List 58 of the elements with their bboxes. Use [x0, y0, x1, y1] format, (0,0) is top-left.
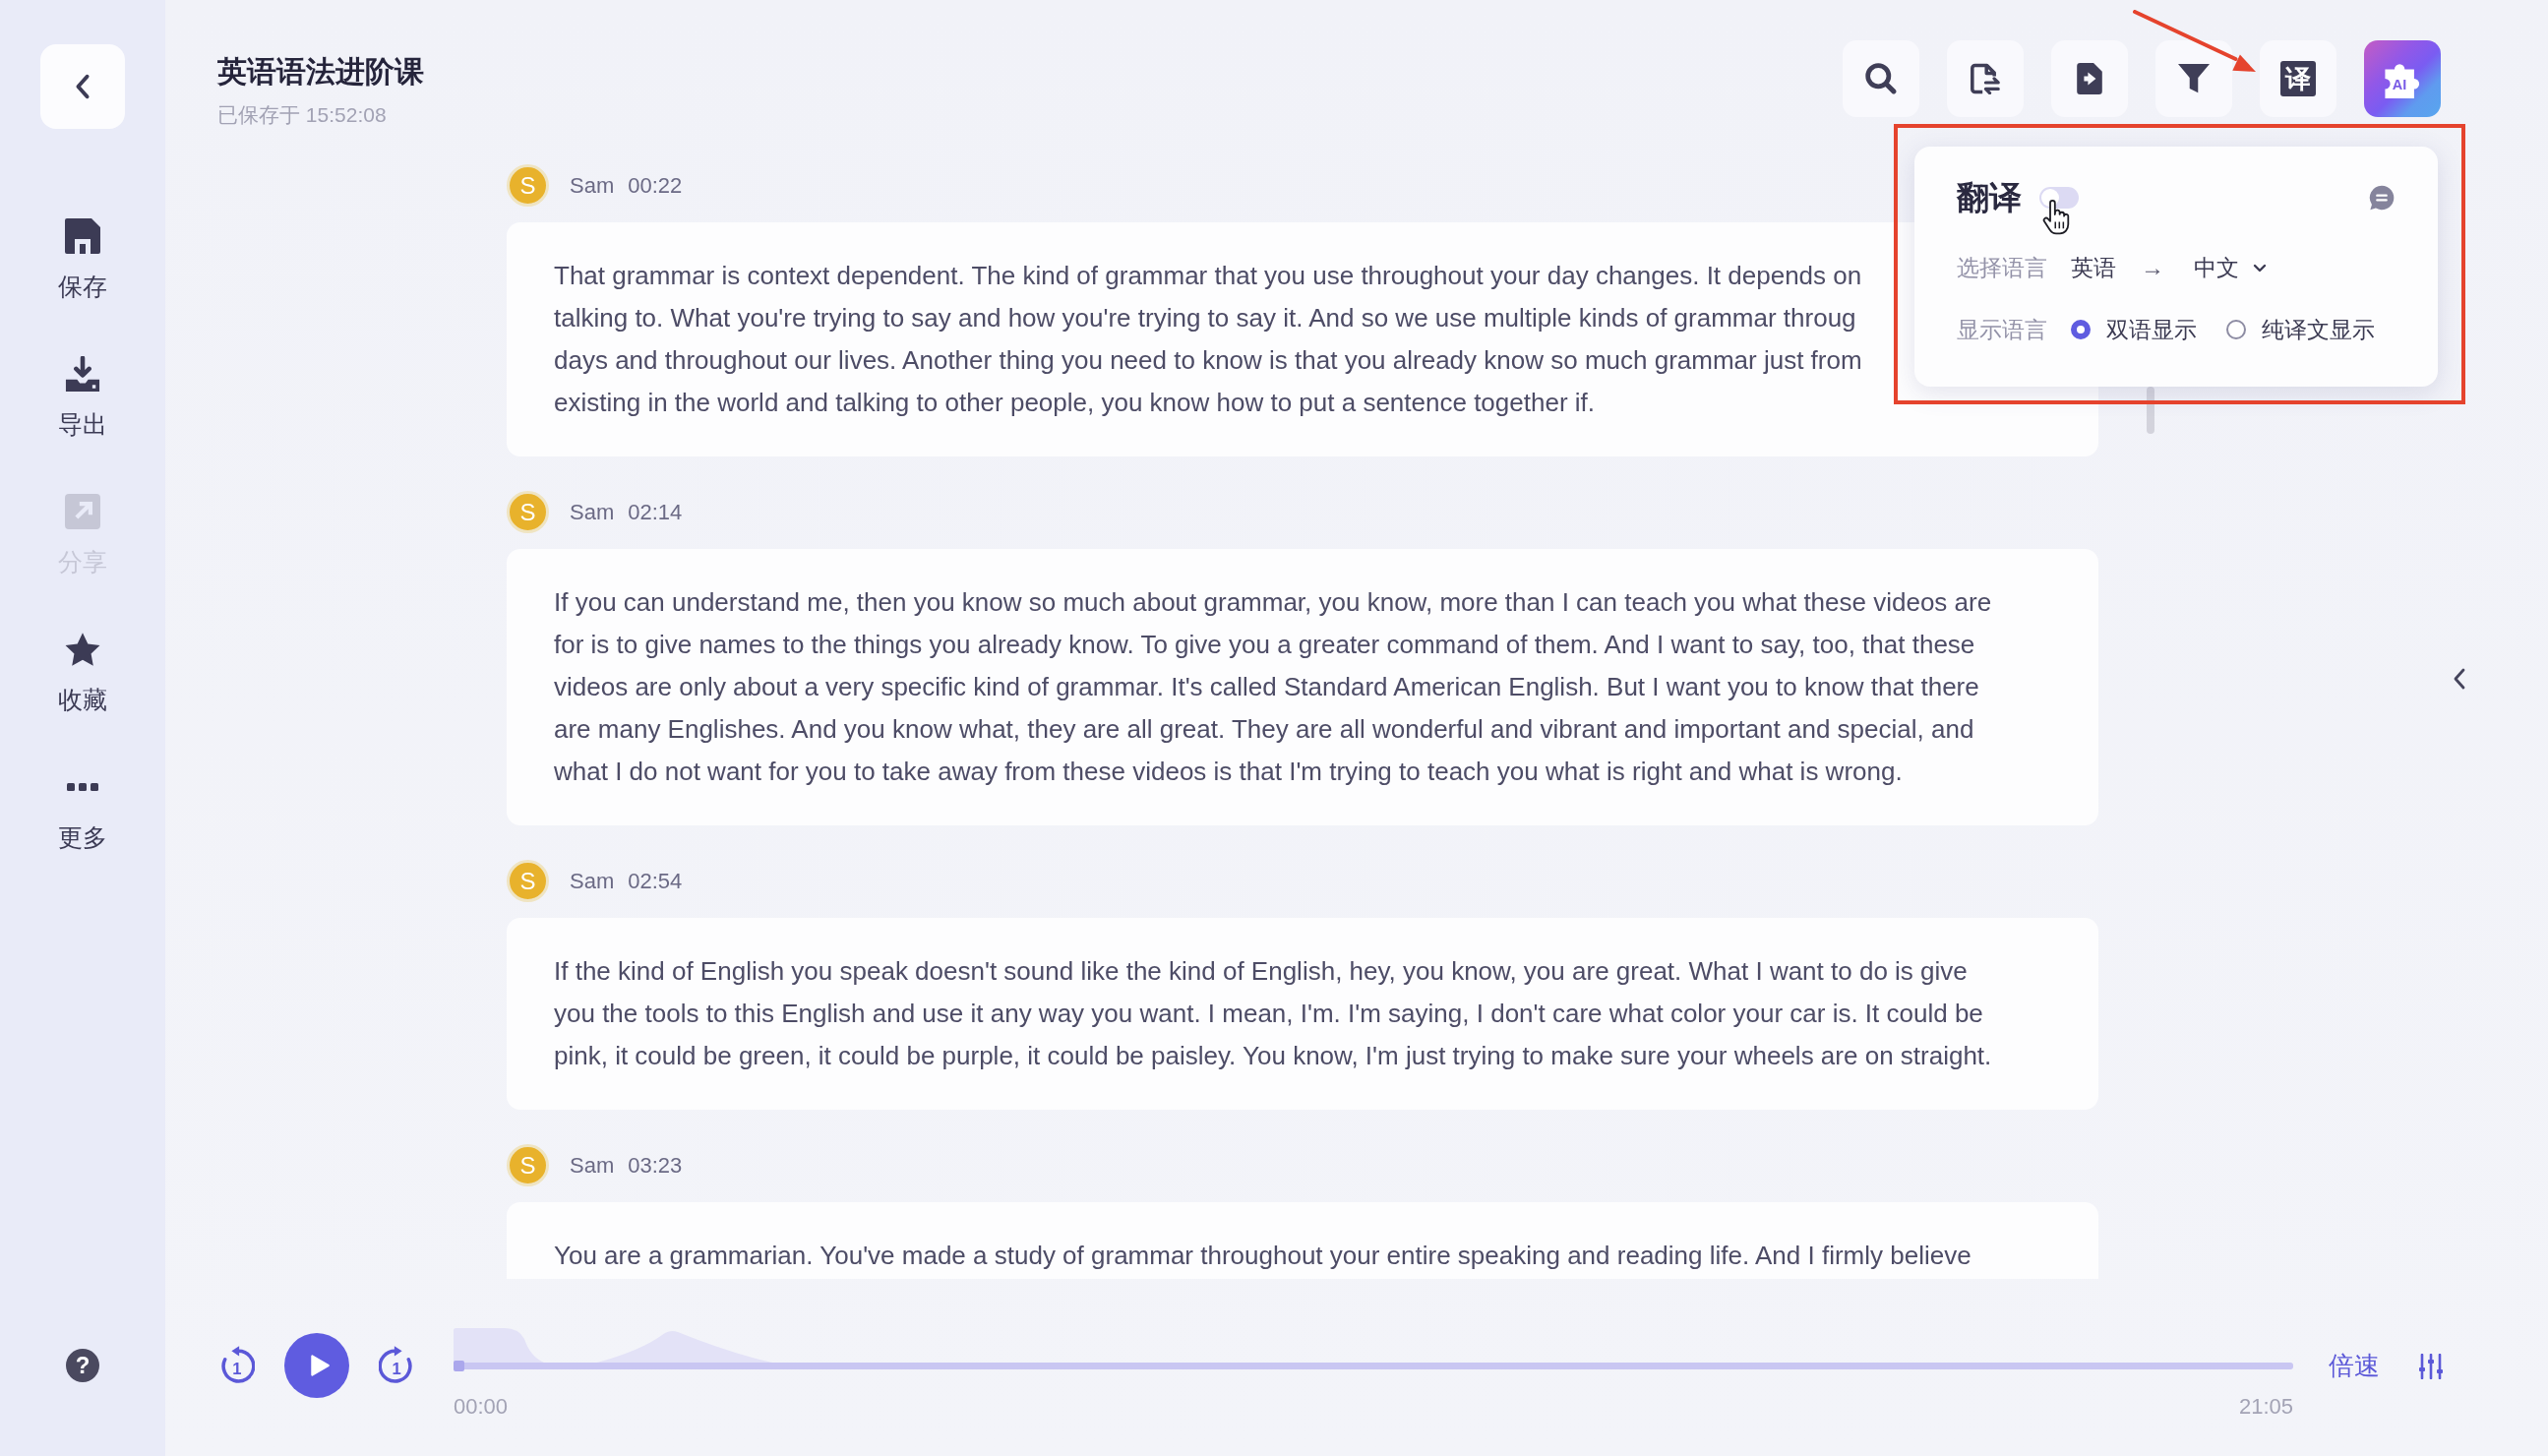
- popup-title: 翻译: [1957, 178, 2022, 217]
- speaker-name: Sam: [570, 868, 615, 894]
- speaker-avatar: S: [507, 164, 549, 207]
- seek-track[interactable]: [454, 1363, 2293, 1369]
- total-time: 21:05: [2238, 1394, 2293, 1420]
- chat-bubble-icon[interactable]: [2368, 184, 2396, 212]
- download-icon: [65, 356, 100, 392]
- filter-icon: [2178, 63, 2210, 94]
- ellipsis-icon: [67, 783, 98, 791]
- speaker-name: Sam: [570, 1152, 615, 1179]
- sidebar-button[interactable]: 保存: [58, 218, 107, 301]
- timestamp: 00:22: [628, 172, 683, 199]
- sidebar-button[interactable]: 导出: [58, 356, 107, 439]
- language-label: 选择语言: [1957, 253, 2048, 282]
- chevron-down-icon: [2253, 263, 2267, 273]
- chevron-left-icon[interactable]: [2453, 667, 2466, 691]
- speaker-avatar: S: [507, 860, 549, 902]
- sliders-icon[interactable]: [2418, 1354, 2444, 1379]
- search-icon: [1865, 63, 1897, 94]
- convert-button[interactable]: [1947, 40, 2024, 117]
- export-button[interactable]: [2051, 40, 2128, 117]
- chevron-left-icon: [75, 73, 91, 100]
- speaker-avatar: S: [507, 491, 549, 533]
- sidebar-button[interactable]: 更多: [58, 769, 107, 852]
- target-language-dropdown[interactable]: 中文: [2194, 252, 2267, 283]
- transcript-text: If you can understand me, then you know so much about grammar, you know, more than I can teach you what these videos are for is to give names to the things you already know. To give you a greater command of them. And I want to say, too, that these videos are only about a very specific kind of grammar. It's called Standard American English. But I want you to know that there are many Englishes. And you know what, they are all great. They are all wonderful and vibrant and important and special, and what I do not want for you to take away from these videos is that I'm trying to teach you what is right and what is wrong.: [554, 586, 1992, 788]
- play-icon: [308, 1354, 331, 1377]
- star-icon: [65, 632, 100, 667]
- display-label: 显示语言: [1957, 315, 2048, 344]
- filter-button[interactable]: [2155, 40, 2232, 117]
- speed-button[interactable]: 倍速: [2329, 1351, 2380, 1380]
- speaker-avatar: S: [507, 1144, 549, 1186]
- timestamp: 03:23: [628, 1152, 683, 1179]
- help-button[interactable]: ?: [66, 1349, 99, 1382]
- sidebar-button[interactable]: 收藏: [58, 632, 107, 714]
- radio-option[interactable]: 纯译文显示: [2226, 314, 2375, 345]
- document-swap-icon: [1970, 63, 2001, 94]
- speaker-name: Sam: [570, 172, 615, 199]
- translate-toggle[interactable]: [2039, 187, 2079, 209]
- transcript-text: That grammar is context dependent. The kind of grammar that you use throughout your day changes. It depends on talking to. What you're trying to say and how you're trying to say it. And so we use multiple kinds of grammar throug days and throughout our lives. Another thing you need to know is that you already know so much grammar just from existing in the world and talking to other people, you know how to put a sentence together if.: [554, 260, 1862, 419]
- speaker-name: Sam: [570, 499, 615, 525]
- timestamp: 02:54: [628, 868, 683, 894]
- file-arrow-icon: [2074, 63, 2105, 94]
- translate-button[interactable]: 译: [2260, 40, 2336, 117]
- save-status: 已保存于 15:52:08: [217, 102, 388, 128]
- document-title: 英语语法进阶课: [217, 54, 424, 90]
- ai-button[interactable]: AI: [2364, 40, 2441, 117]
- arrow-glyph: →: [2141, 254, 2164, 281]
- transcript-text: You are a grammarian. You've made a study of grammar throughout your entire speaking and reading life. And I firmly believe: [554, 1240, 1972, 1272]
- current-time: 00:00: [454, 1394, 509, 1420]
- timestamp: 02:14: [628, 499, 683, 525]
- scrollbar-thumb[interactable]: [2147, 387, 2154, 434]
- search-button[interactable]: [1843, 40, 1919, 117]
- radio-option[interactable]: 双语显示: [2071, 314, 2197, 345]
- transcript-text: If the kind of English you speak doesn't sound like the kind of English, hey, you know, you are great. What I want to do is give you the tools to this English and use it any way you want. I mean, I'm. I'm saying, I don't care what color your car is. It could be pink, it could be green, it could be purple, it could be paisley. You know, I'm just trying to make sure your wheels are on straight.: [554, 955, 1992, 1072]
- share-icon: [65, 494, 100, 529]
- source-language[interactable]: 英语: [2071, 252, 2116, 283]
- hand-cursor-icon: [2041, 200, 2071, 235]
